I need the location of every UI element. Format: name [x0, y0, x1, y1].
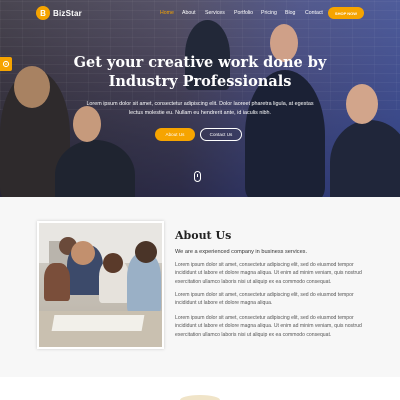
brand-logo[interactable]: B BizStar	[36, 6, 82, 20]
contact-us-button[interactable]: Contact Us	[200, 128, 242, 141]
brand-name: BizStar	[53, 8, 82, 18]
next-section-shape	[180, 395, 220, 400]
about-lead: We are a experienced company in business…	[175, 249, 308, 255]
about-section: About Us We are a experienced company in…	[0, 197, 400, 377]
next-section	[0, 377, 400, 400]
nav-item-about[interactable]: About	[182, 10, 196, 16]
about-photo	[37, 221, 164, 349]
nav-item-contact[interactable]: Contact	[305, 10, 323, 16]
hero-title-line1: Get your creative work done by	[73, 54, 327, 71]
logo-icon: B	[36, 6, 50, 20]
hero-title-line2: Industry Professionals	[108, 73, 292, 90]
about-paragraph-2: Lorem ipsum dolor sit amet, consectetur …	[175, 292, 354, 307]
hero-person-right2	[330, 120, 400, 197]
nav-item-pricing[interactable]: Pricing	[261, 10, 277, 16]
mouse-scroll-icon[interactable]	[194, 171, 201, 182]
about-title: About Us	[175, 229, 232, 242]
about-paragraph-1: Lorem ipsum dolor sit amet, consectetur …	[175, 262, 362, 285]
top-navigation: B BizStar Home About Services Portfolio …	[0, 0, 400, 28]
about-us-button[interactable]: About Us	[155, 128, 195, 141]
team-image	[39, 223, 162, 347]
nav-item-portfolio[interactable]: Portfolio	[234, 10, 253, 16]
shop-now-button[interactable]: SHOP NOW	[328, 7, 364, 19]
nav-item-blog[interactable]: Blog	[285, 10, 295, 16]
about-paragraph-3: Lorem ipsum dolor sit amet, consectetur …	[175, 315, 362, 338]
hero-section: B BizStar Home About Services Portfolio …	[0, 0, 400, 197]
nav-item-services[interactable]: Services	[205, 10, 225, 16]
nav-item-home[interactable]: Home	[160, 10, 174, 16]
hero-title: Get your creative work done by Industry …	[0, 53, 400, 91]
hero-subtitle: Lorem ipsum dolor sit amet, consectetur …	[86, 101, 314, 116]
hero-person-center	[55, 140, 135, 197]
